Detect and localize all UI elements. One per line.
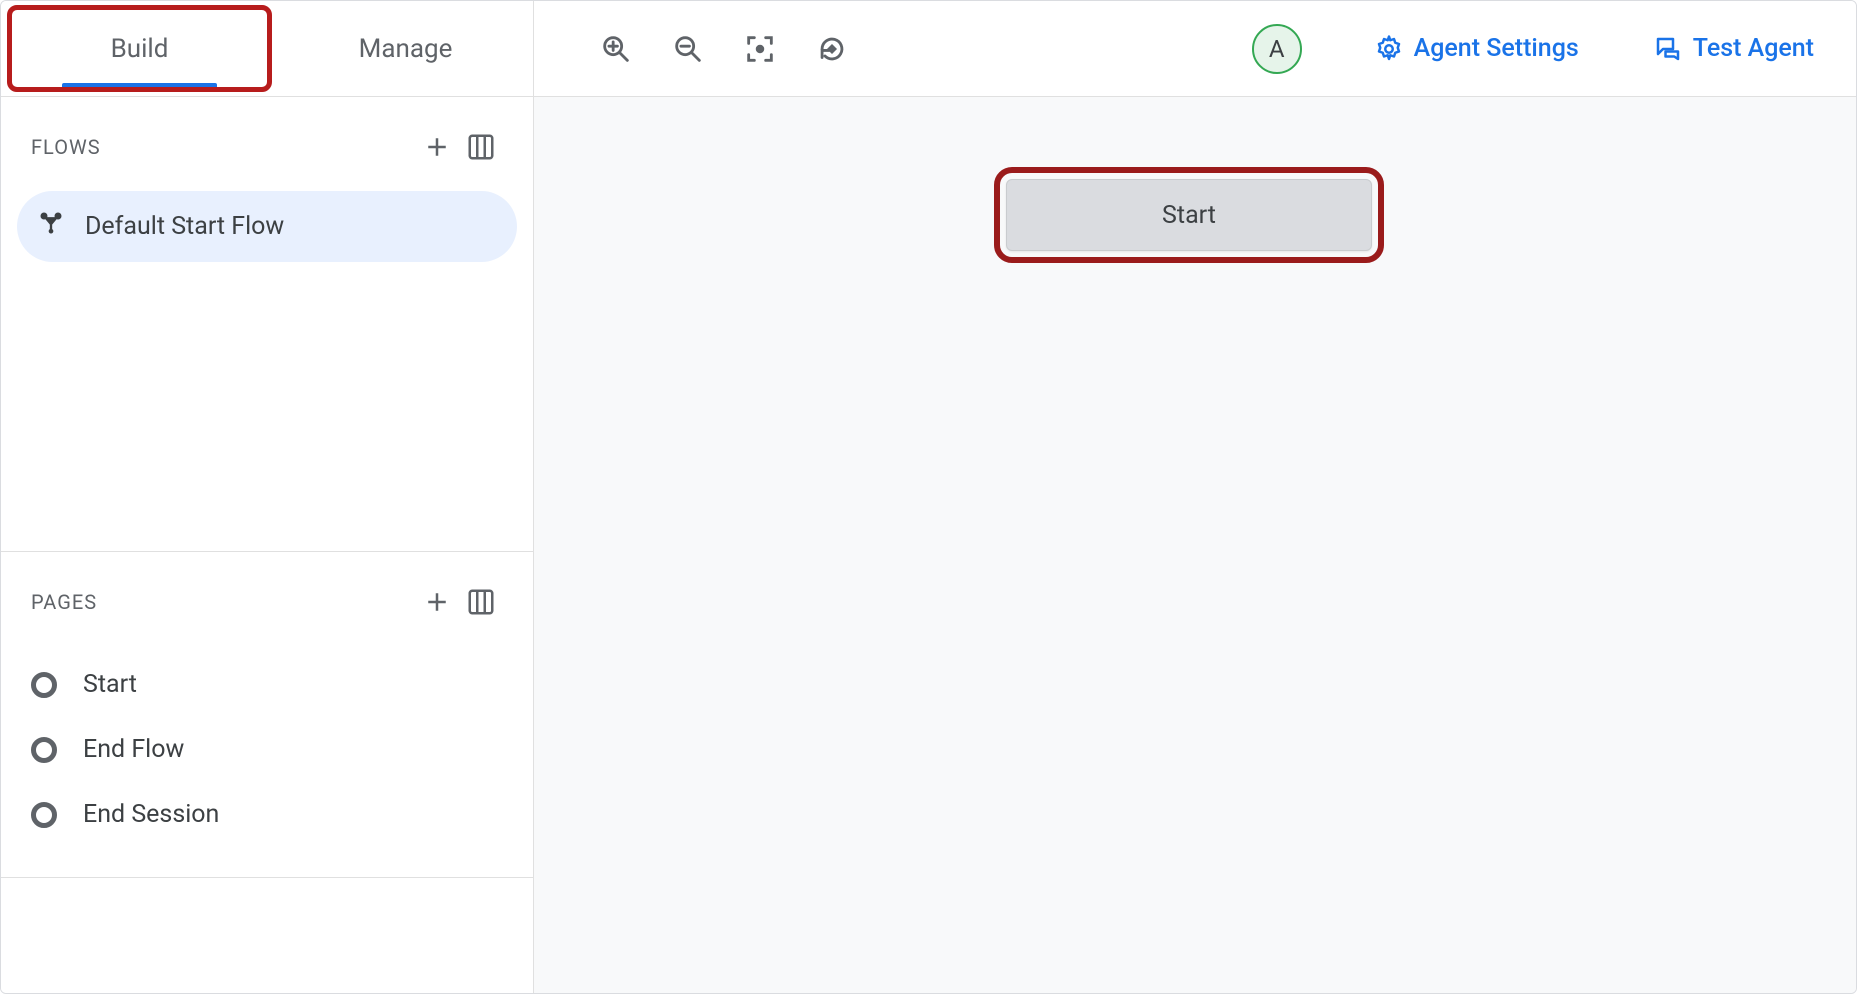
flow-item-default-start-flow[interactable]: Default Start Flow <box>17 191 517 262</box>
pages-section: PAGES Start End Flow <box>1 552 533 878</box>
flow-canvas[interactable]: Start <box>534 97 1856 993</box>
sidebar: Build Manage FLOWS <box>1 1 534 993</box>
main-area: A Agent Settings Test Agent Start <box>534 1 1856 993</box>
plus-icon <box>422 132 452 162</box>
chat-icon <box>1653 34 1683 64</box>
pages-heading: PAGES <box>31 590 415 614</box>
canvas-tools <box>594 27 854 71</box>
zoom-in-icon <box>599 32 633 66</box>
tab-build[interactable]: Build <box>7 5 272 92</box>
start-node-label: Start <box>1162 201 1216 230</box>
flows-list: Default Start Flow <box>1 191 533 551</box>
flow-icon <box>37 209 65 244</box>
zoom-out-button[interactable] <box>666 27 710 71</box>
test-agent-label: Test Agent <box>1693 34 1814 63</box>
add-flow-button[interactable] <box>415 125 459 169</box>
page-item-label: End Session <box>83 800 219 829</box>
gear-icon <box>1374 34 1404 64</box>
pages-list: Start End Flow End Session <box>1 642 533 877</box>
flows-header: FLOWS <box>1 97 533 187</box>
rotate-reset-icon <box>815 32 849 66</box>
page-item-end-session[interactable]: End Session <box>1 782 533 847</box>
fit-to-screen-button[interactable] <box>738 27 782 71</box>
page-radio-icon <box>31 737 57 763</box>
user-avatar[interactable]: A <box>1252 24 1302 74</box>
avatar-letter: A <box>1269 35 1285 63</box>
page-radio-icon <box>31 802 57 828</box>
zoom-in-button[interactable] <box>594 27 638 71</box>
start-node-highlight: Start <box>994 167 1384 263</box>
agent-settings-label: Agent Settings <box>1414 34 1579 63</box>
app-root: Build Manage FLOWS <box>0 0 1857 994</box>
agent-settings-button[interactable]: Agent Settings <box>1362 26 1591 72</box>
test-agent-button[interactable]: Test Agent <box>1641 26 1826 72</box>
pages-layout-button[interactable] <box>459 580 503 624</box>
flows-layout-button[interactable] <box>459 125 503 169</box>
page-radio-icon <box>31 672 57 698</box>
pages-header: PAGES <box>1 552 533 642</box>
flows-heading: FLOWS <box>31 135 415 159</box>
page-item-label: End Flow <box>83 735 184 764</box>
flows-section: FLOWS Default Start Flow <box>1 97 533 552</box>
grid-icon <box>466 132 496 162</box>
page-item-end-flow[interactable]: End Flow <box>1 717 533 782</box>
page-item-label: Start <box>83 670 137 699</box>
flow-item-label: Default Start Flow <box>85 212 284 241</box>
reset-rotation-button[interactable] <box>810 27 854 71</box>
tab-manage-label: Manage <box>359 34 453 64</box>
add-page-button[interactable] <box>415 580 459 624</box>
fit-screen-icon <box>743 32 777 66</box>
plus-icon <box>422 587 452 617</box>
tab-build-label: Build <box>111 34 169 64</box>
page-item-start[interactable]: Start <box>1 652 533 717</box>
tab-manage[interactable]: Manage <box>278 1 533 96</box>
topbar: A Agent Settings Test Agent <box>534 1 1856 97</box>
sidebar-tabs: Build Manage <box>1 1 533 97</box>
zoom-out-icon <box>671 32 705 66</box>
grid-icon <box>466 587 496 617</box>
start-page-node[interactable]: Start <box>1006 179 1372 251</box>
